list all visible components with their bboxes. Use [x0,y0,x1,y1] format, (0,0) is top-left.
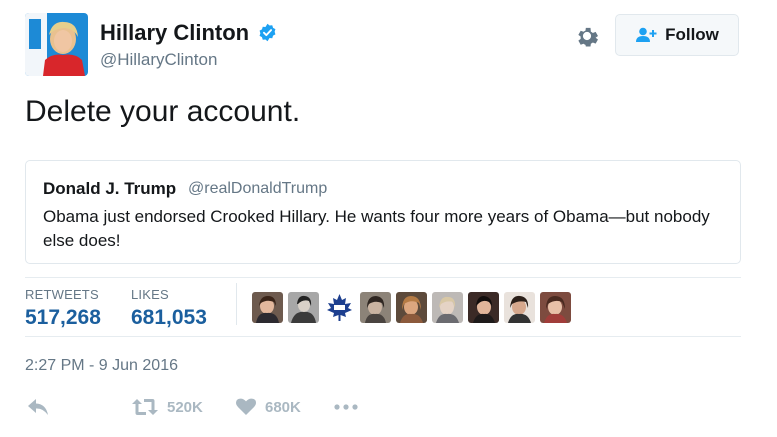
quoted-display-name: Donald J. Trump [43,179,177,198]
liker-avatars [252,292,571,323]
liker-avatar[interactable] [396,292,427,323]
user-handle[interactable]: @HillaryClinton [100,50,217,70]
like-button[interactable]: 680K [236,398,301,416]
retweets-stat[interactable]: RETWEETS 517,268 [25,287,101,330]
more-button[interactable] [334,404,358,410]
stats-divider-bottom [25,336,741,337]
reply-icon [28,399,48,415]
quoted-tweet-text: Obama just endorsed Crooked Hillary. He … [43,207,710,250]
retweets-count: 517,268 [25,306,101,329]
retweets-label: RETWEETS [25,287,99,302]
hillary-avatar-image [25,13,88,76]
more-icon [334,404,358,410]
liker-avatar[interactable] [252,292,283,323]
quoted-tweet[interactable]: Donald J. Trump @realDonaldTrump Obama j… [25,160,741,264]
likes-label: LIKES [131,287,169,302]
tweet-text: Delete your account. [25,95,301,128]
avatar[interactable] [25,13,88,76]
like-count: 680K [265,398,301,416]
quoted-handle: @realDonaldTrump [188,180,328,197]
liker-avatar[interactable] [432,292,463,323]
likes-stat[interactable]: LIKES 681,053 [131,287,207,330]
display-name[interactable]: Hillary Clinton [100,20,249,46]
retweet-button[interactable]: 520K [132,398,203,416]
liker-avatar[interactable] [288,292,319,323]
stats-divider-top [25,277,741,278]
liker-avatar[interactable] [504,292,535,323]
maple-leafs-logo[interactable] [324,292,355,323]
follow-button[interactable]: Follow [615,14,739,56]
follow-label: Follow [665,25,719,44]
retweet-count: 520K [167,398,203,416]
retweet-icon [132,399,158,415]
stats-separator [236,283,237,325]
tweet-timestamp[interactable]: 2:27 PM - 9 Jun 2016 [25,357,178,375]
likes-count: 681,053 [131,306,207,329]
liker-avatar[interactable] [468,292,499,323]
verified-badge-icon [259,23,276,42]
liker-avatar[interactable] [360,292,391,323]
liker-avatar[interactable] [540,292,571,323]
reply-button[interactable] [27,398,49,416]
gear-icon[interactable] [573,22,601,50]
add-user-icon [636,27,657,42]
heart-icon [236,398,256,415]
